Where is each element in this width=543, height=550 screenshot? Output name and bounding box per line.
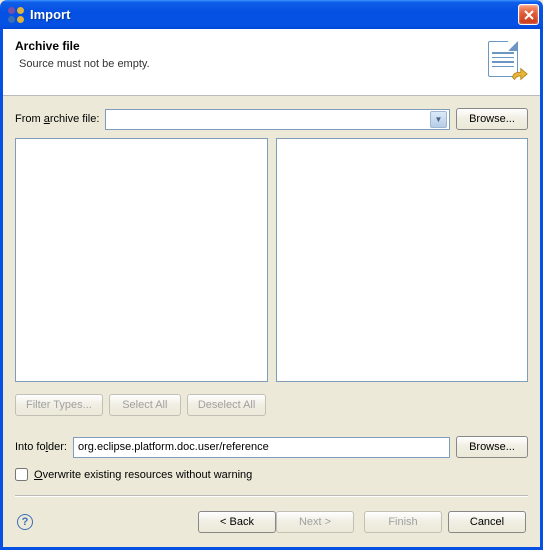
overwrite-checkbox[interactable] (15, 468, 28, 481)
finish-button[interactable]: Finish (364, 511, 442, 533)
window-title: Import (28, 7, 518, 22)
banner-title: Archive file (15, 39, 476, 53)
next-button[interactable]: Next > (276, 511, 354, 533)
window-body: Archive file Source must not be empty. F… (0, 29, 543, 550)
wizard-footer: ? < Back Next > Finish Cancel (3, 497, 540, 547)
browse-archive-button[interactable]: Browse... (456, 108, 528, 130)
browse-folder-button[interactable]: Browse... (456, 436, 528, 458)
filter-types-button[interactable]: Filter Types... (15, 394, 103, 416)
close-button[interactable] (518, 4, 539, 25)
from-archive-combo[interactable]: ▼ (105, 109, 450, 130)
folder-tree[interactable] (15, 138, 268, 382)
select-all-button[interactable]: Select All (109, 394, 181, 416)
title-bar: Import (0, 0, 543, 29)
help-icon[interactable]: ? (17, 514, 33, 530)
import-icon (484, 39, 528, 83)
content-area: From archive file: ▼ Browse... Filter Ty… (3, 96, 540, 487)
into-folder-label: Into folder: (15, 441, 67, 453)
file-list[interactable] (276, 138, 529, 382)
banner-message: Source must not be empty. (15, 58, 476, 70)
from-archive-row: From archive file: ▼ Browse... (15, 108, 528, 130)
from-archive-label: From archive file: (15, 113, 99, 125)
wizard-banner: Archive file Source must not be empty. (3, 29, 540, 96)
chevron-down-icon[interactable]: ▼ (430, 111, 447, 128)
into-folder-row: Into folder: Browse... (15, 436, 528, 458)
overwrite-row: Overwrite existing resources without war… (15, 468, 528, 481)
overwrite-label: Overwrite existing resources without war… (34, 469, 252, 481)
deselect-all-button[interactable]: Deselect All (187, 394, 266, 416)
cancel-button[interactable]: Cancel (448, 511, 526, 533)
selection-buttons: Filter Types... Select All Deselect All (15, 394, 528, 416)
eclipse-icon (8, 7, 24, 23)
into-folder-field[interactable] (73, 437, 450, 458)
back-button[interactable]: < Back (198, 511, 276, 533)
tree-list-panels (15, 138, 528, 382)
